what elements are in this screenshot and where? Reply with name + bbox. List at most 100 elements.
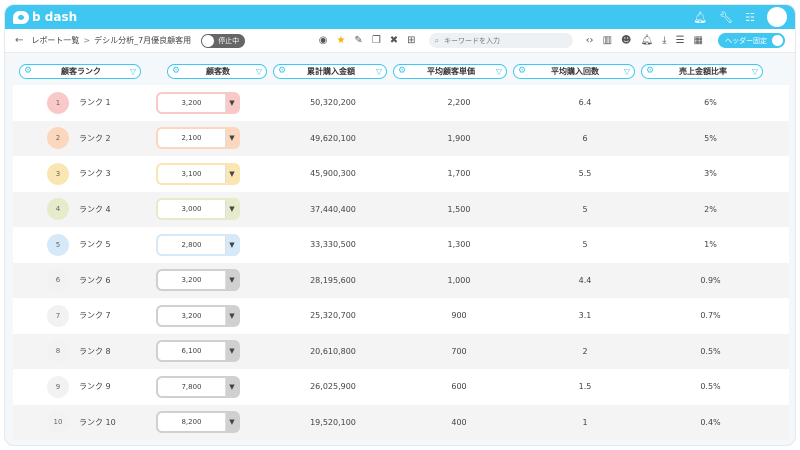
avg-unit-price-cell: 400 [451, 417, 467, 427]
trash-icon[interactable]: ✖ [390, 35, 398, 46]
rank-badge: 3 [47, 162, 69, 185]
rank-label: ランク 10 [79, 417, 116, 427]
notification-icon[interactable]: 🔔︎ [640, 35, 653, 46]
column-header-avg-unit-price[interactable]: ⚙ 平均顧客単価 ▽ [393, 63, 507, 79]
count-cell: 3,200 ▼ [136, 306, 270, 325]
gear-icon[interactable]: ⚙ [518, 66, 526, 76]
count-select[interactable]: 2,800 ▼ [158, 235, 238, 254]
chevron-down-icon[interactable]: ▼ [225, 235, 238, 254]
gear-icon[interactable]: ⚙ [172, 66, 180, 76]
count-select[interactable]: 8,200 ▼ [158, 413, 238, 432]
count-cell: 3,000 ▼ [136, 200, 270, 219]
column-header-customer-rank[interactable]: ⚙ 顧客ランク ▽ [19, 63, 141, 79]
logo[interactable]: b dash [13, 10, 77, 24]
avg-unit-price-cell: 1,500 [447, 204, 471, 214]
table-row: 6 ランク 6 3,200 ▼ 28,195,600 1,000 4.4 0.9% [13, 262, 789, 298]
search-input[interactable] [444, 36, 555, 45]
rank-cell: 6 ランク 6 [13, 269, 136, 292]
chevron-down-icon[interactable]: ▼ [225, 342, 238, 361]
grid-icon[interactable]: ☷ [745, 11, 755, 24]
count-value: 3,000 [181, 205, 202, 214]
filter-icon[interactable]: ▽ [256, 67, 262, 76]
count-select[interactable]: 6,100 ▼ [158, 342, 238, 361]
table-row: 2 ランク 2 2,100 ▼ 49,620,100 1,900 6 5% [13, 120, 789, 156]
header-fix-toggle[interactable]: ヘッダー固定 [718, 33, 785, 48]
star-icon[interactable]: ★ [336, 35, 345, 46]
gear-icon[interactable]: ⚙ [646, 66, 654, 76]
filter-icon[interactable]: ▽ [496, 67, 502, 76]
sales-ratio-cell: 0.7% [700, 311, 721, 321]
rank-cell: 5 ランク 5 [13, 233, 136, 256]
count-cell: 2,100 ▼ [136, 129, 270, 148]
count-select[interactable]: 3,000 ▼ [158, 200, 238, 219]
user-edit-icon[interactable]: ☻ [621, 35, 631, 46]
logo-bubble-icon [13, 10, 29, 24]
count-value: 8,200 [181, 418, 202, 427]
chart-icon[interactable]: ▥ [603, 35, 612, 46]
chevron-down-icon[interactable]: ▼ [225, 377, 238, 396]
sales-ratio-cell: 5% [704, 133, 717, 143]
table-row: 7 ランク 7 3,200 ▼ 25,320,700 900 3.1 0.7% [13, 298, 789, 334]
count-select[interactable]: 2,100 ▼ [158, 129, 238, 148]
gear-icon[interactable]: ⚙ [24, 66, 32, 76]
total-purchase-cell: 26,025,900 [310, 382, 356, 392]
column-header-total-purchase[interactable]: ⚙ 累計購入金額 ▽ [273, 63, 387, 79]
filter-icon[interactable]: ▽ [130, 67, 136, 76]
chevron-down-icon[interactable]: ▼ [225, 271, 238, 290]
avg-purchase-count-cell: 6 [582, 133, 588, 143]
gear-icon[interactable]: ⚙ [398, 66, 406, 76]
chevron-down-icon[interactable]: ▼ [225, 413, 238, 432]
total-purchase-cell: 19,520,100 [310, 417, 356, 427]
download-icon[interactable]: ⤓ [662, 35, 666, 46]
chevron-down-icon[interactable]: ▼ [225, 129, 238, 148]
avg-unit-price-cell: 1,900 [447, 133, 471, 143]
chevron-down-icon[interactable]: ▼ [225, 93, 238, 112]
chevron-down-icon[interactable]: ▼ [225, 164, 238, 183]
filter-icon[interactable]: ▽ [624, 67, 630, 76]
column-header-sales-ratio[interactable]: ⚙ 売上金額比率 ▽ [641, 63, 763, 79]
search-icon: ⌕ [434, 35, 440, 45]
table-row: 3 ランク 3 3,100 ▼ 45,900,300 1,700 5.5 3% [13, 156, 789, 192]
column-header-label: 平均顧客単価 [426, 66, 475, 76]
app-window: b dash 🔔︎ 🔧︎ ☷ ☺ ← レポート一覧 > デシル分析_7月優良顧客… [4, 4, 796, 446]
code-icon[interactable]: ‹› [586, 35, 594, 46]
column-header-avg-purchase-count[interactable]: ⚙ 平均購入回数 ▽ [513, 63, 635, 79]
avg-purchase-count-cell: 6.4 [578, 98, 592, 108]
filter-icon[interactable]: ▽ [752, 67, 758, 76]
copy-icon[interactable]: ❐ [372, 35, 381, 46]
back-arrow-icon[interactable]: ← [15, 35, 23, 46]
search-box[interactable]: ⌕ [428, 33, 573, 48]
count-select[interactable]: 7,800 ▼ [158, 377, 238, 396]
header-fix-knob [772, 35, 783, 46]
avatar[interactable]: ☺ [767, 7, 787, 27]
avg-purchase-count-cell: 5.5 [578, 169, 592, 179]
status-toggle[interactable]: 停止中 [201, 33, 246, 48]
edit-icon[interactable]: ✎ [354, 35, 362, 46]
count-cell: 3,200 ▼ [136, 93, 270, 112]
sales-ratio-cell: 6% [704, 98, 717, 108]
list-icon[interactable]: ☰ [676, 35, 685, 46]
gear-icon[interactable]: ⚙ [278, 66, 286, 76]
rank-label: ランク 4 [79, 204, 111, 214]
bell-icon[interactable]: 🔔︎ [693, 11, 707, 24]
filter-icon[interactable]: ▽ [376, 67, 382, 76]
chevron-down-icon[interactable]: ▼ [225, 200, 238, 219]
column-header-label: 顧客数 [205, 66, 230, 76]
logo-text: b dash [32, 10, 78, 24]
chevron-down-icon[interactable]: ▼ [225, 306, 238, 325]
breadcrumb-link-reports[interactable]: レポート一覧 [31, 35, 79, 46]
rank-badge: 1 [47, 91, 69, 114]
count-select[interactable]: 3,100 ▼ [158, 164, 238, 183]
sales-ratio-cell: 0.9% [700, 275, 721, 285]
avg-unit-price-cell: 2,200 [447, 98, 471, 108]
add-icon[interactable]: ⊞ [407, 35, 415, 46]
wrench-icon[interactable]: 🔧︎ [719, 11, 733, 24]
rank-cell: 7 ランク 7 [13, 304, 136, 327]
count-select[interactable]: 3,200 ▼ [158, 271, 238, 290]
count-select[interactable]: 3,200 ▼ [158, 93, 238, 112]
column-header-customer-count[interactable]: ⚙ 顧客数 ▽ [167, 63, 267, 79]
eye-icon[interactable]: ◉ [319, 35, 328, 46]
rank-cell: 9 ランク 9 [13, 375, 136, 398]
calendar-icon[interactable]: ▦ [694, 35, 703, 46]
count-select[interactable]: 3,200 ▼ [158, 306, 238, 325]
